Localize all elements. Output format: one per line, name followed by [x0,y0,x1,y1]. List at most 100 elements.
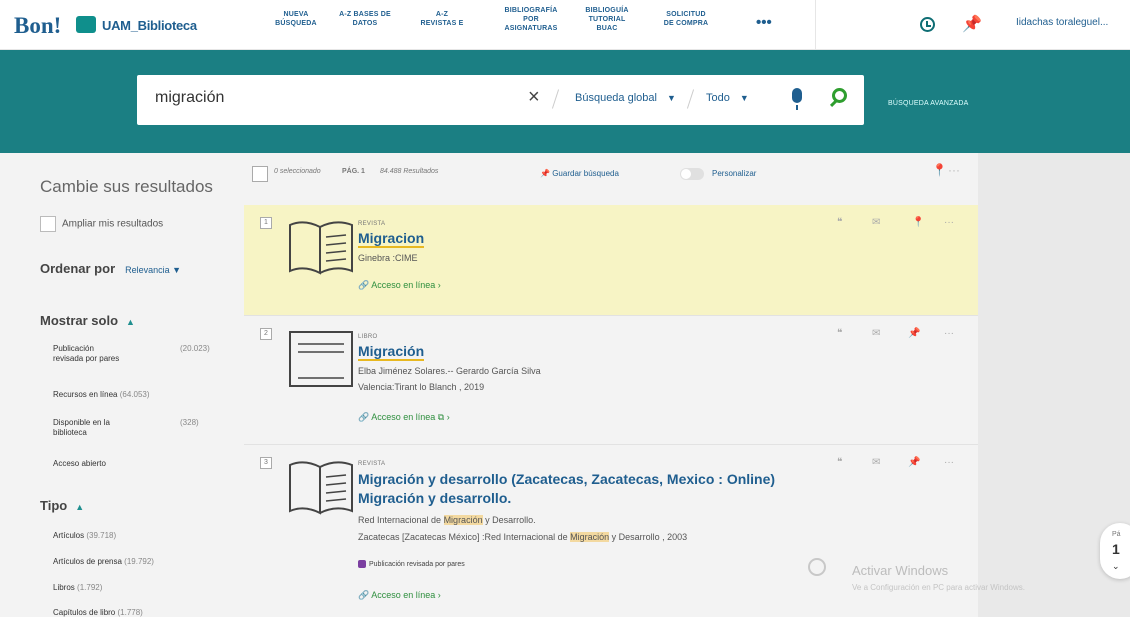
checkbox[interactable] [40,216,56,232]
journal-icon [289,461,353,515]
result-count: 84.488 Resultados [380,168,439,175]
email-icon[interactable]: ✉ [872,457,880,468]
pin-icon: 📌 [540,169,550,178]
user-account-link[interactable]: Iidachas toraleguel... [1016,17,1108,28]
result-subtitle: Migración y desarrollo. [358,490,512,506]
chevron-up-icon: ▲ [126,317,135,327]
more-actions-icon[interactable]: ··· [944,217,954,228]
search-icon[interactable] [832,88,847,103]
material-type-dropdown[interactable]: Todo ▼ [706,92,749,104]
facet-online[interactable]: Recursos en línea (64.053) [53,390,150,400]
online-access-link[interactable]: 🔗 Acceso en línea ⧉ › [358,412,450,423]
online-access-link[interactable]: 🔗 Acceso en línea › [358,280,441,291]
selected-count: 0 seleccionado [274,168,321,175]
result-publisher: Ginebra :CIME [358,253,418,263]
email-icon[interactable]: ✉ [872,217,880,228]
library-badge-icon [76,16,96,33]
link-icon: 🔗 [358,412,370,422]
chevron-down-icon: ▼ [739,93,749,103]
search-box: × Búsqueda global▼ Todo▼ [137,75,864,125]
email-icon[interactable]: ✉ [872,328,880,339]
cite-icon[interactable]: ❝ [837,328,842,339]
pin-all-icon[interactable]: 📍 [932,163,947,177]
nav-databases-az[interactable]: A-Z BASES DE DATOS [333,10,397,28]
show-only-header[interactable]: Mostrar solo ▲ [40,313,135,328]
facet-type-books[interactable]: Libros (1.792) [53,583,102,593]
result-publisher: Valencia:Tirant lo Blanch , 2019 [358,382,485,392]
page-jump-widget[interactable]: Pá 1 ⌄ [1100,523,1130,579]
search-history-icon[interactable] [920,17,935,32]
nav-new-search[interactable]: NUEVA BÚSQUEDA [266,10,326,28]
nav-more-button[interactable]: ••• [756,14,772,31]
advanced-search-link[interactable]: BÚSQUEDA AVANZADA [888,100,969,107]
facet-type-press[interactable]: Artículos de prensa (19.792) [53,557,154,567]
type-header[interactable]: Tipo ▲ [40,498,84,513]
pin-icon[interactable]: 📍 [912,217,924,228]
sort-dropdown[interactable]: Relevancia ▼ [125,265,181,275]
journal-icon [289,221,353,275]
pinned-icon[interactable]: 📌 [908,328,920,339]
nav-journals-az[interactable]: A-Z REVISTAS E [418,10,466,28]
resource-type: REVISTA [358,221,386,227]
chevron-down-icon: ▼ [666,93,676,103]
chevron-down-icon[interactable]: ⌄ [1112,561,1120,572]
search-input[interactable] [155,89,515,107]
resource-type: REVISTA [358,461,386,467]
result-card[interactable]: 1 REVISTA Migracion Ginebra :CIME 🔗 Acce… [244,205,978,316]
online-access-link[interactable]: 🔗 Acceso en línea › [358,590,441,601]
facet-type-articles[interactable]: Artículos (39.718) [53,531,116,541]
more-options-icon[interactable]: ··· [948,163,960,177]
cite-icon[interactable]: ❝ [837,457,842,468]
bon-logo[interactable]: Bon! [14,13,61,39]
select-all-checkbox[interactable] [252,166,268,182]
result-card[interactable]: 2 LIBRO Migración Elba Jiménez Solares.-… [244,316,978,445]
chevron-down-icon: ▼ [172,265,182,275]
key-icon [808,558,826,576]
scope-divider [551,89,560,109]
refine-sidebar: Cambie sus resultados Ampliar mis result… [0,153,240,617]
pinned-icon[interactable]: 📌 [908,457,920,468]
nav-purchase-request[interactable]: SOLICITUD DE COMPRA [656,10,716,28]
clear-search-icon[interactable]: × [528,86,540,109]
scope-divider-2 [686,89,695,109]
favorites-pin-icon[interactable]: 📌 [962,14,982,34]
customize-label[interactable]: Personalizar [712,169,756,178]
expand-results-checkbox[interactable]: Ampliar mis resultados [40,216,163,232]
result-authors: Elba Jiménez Solares.-- Gerardo García S… [358,366,541,376]
search-bar-band: × Búsqueda global▼ Todo▼ BÚSQUEDA AVANZA… [0,50,1130,153]
nav-biblioguide-tutorial[interactable]: BIBLIOGUÍA TUTORIAL BUAC [580,6,634,33]
page-indicator: PÁG. 1 [342,168,365,175]
page-label: Pá [1112,531,1121,538]
link-icon: 🔗 [358,280,370,290]
result-title[interactable]: Migración y desarrollo (Zacatecas, Zacat… [358,471,775,487]
facet-count: (328) [180,418,199,427]
nav-divider [815,0,816,50]
result-title[interactable]: Migracion [358,230,425,248]
windows-activation-text: Ve a Configuración en PC para activar Wi… [852,583,1025,592]
refine-title: Cambie sus resultados [40,177,213,196]
result-publisher: Red Internacional de Migración y Desarro… [358,515,536,525]
result-index[interactable]: 2 [260,328,272,340]
chevron-up-icon: ▲ [75,502,85,512]
facet-count: (20.023) [180,344,210,353]
facet-peer-reviewed[interactable]: Publicación revisada por pares [53,344,119,364]
sort-by: Ordenar por Relevancia ▼ [40,261,182,276]
facet-type-chapters[interactable]: Capítulos de libro (1.778) [53,608,143,617]
search-scope-dropdown[interactable]: Búsqueda global ▼ [575,92,676,104]
result-title[interactable]: Migración [358,343,425,361]
facet-open-access[interactable]: Acceso abierto [53,459,106,469]
top-navigation-bar: Bon! UAM_Biblioteca NUEVA BÚSQUEDA A-Z B… [0,0,1130,50]
nav-bibliography-by-subject[interactable]: BIBLIOGRAFÍA POR ASIGNATURAS [498,6,564,33]
cite-icon[interactable]: ❝ [837,217,842,228]
institution-name[interactable]: UAM_Biblioteca [102,18,197,33]
result-index[interactable]: 3 [260,457,272,469]
facet-available-library[interactable]: Disponible en la biblioteca [53,418,110,438]
save-search-button[interactable]: 📌 Guardar búsqueda [540,169,619,178]
result-index[interactable]: 1 [260,217,272,229]
more-actions-icon[interactable]: ··· [944,328,954,339]
logo-text: Bon! [14,13,62,38]
windows-activation-title: Activar Windows [852,563,949,578]
customize-toggle[interactable] [680,168,704,180]
microphone-icon[interactable] [792,88,802,110]
more-actions-icon[interactable]: ··· [944,457,954,468]
